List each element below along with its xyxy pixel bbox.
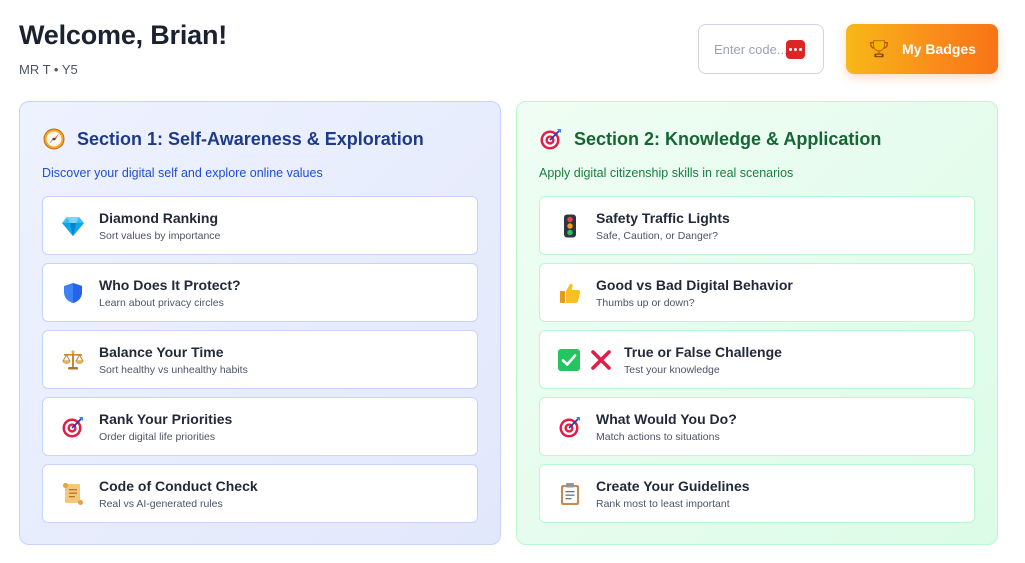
activity-subtitle: Order digital life priorities — [99, 430, 216, 443]
page-header: Welcome, Brian! MR T • Y5 — [19, 18, 227, 77]
section-2-description: Apply digital citizenship skills in real… — [539, 166, 794, 180]
clipboard-icon — [558, 482, 582, 506]
activity-title: Balance Your Time — [99, 343, 224, 360]
thumbs-up-icon — [558, 281, 582, 305]
scales-icon — [61, 348, 85, 372]
activity-subtitle: Rank most to least important — [596, 497, 730, 510]
section-self-awareness: Section 1: Self-Awareness & Exploration … — [19, 101, 501, 545]
activity-card-good-vs-bad-digital-behavior[interactable]: Good vs Bad Digital Behavior Thumbs up o… — [539, 263, 975, 322]
activity-card-code-of-conduct-check[interactable]: Code of Conduct Check Real vs AI-generat… — [42, 464, 478, 523]
activity-title: Code of Conduct Check — [99, 477, 258, 494]
cross-mark-icon — [591, 349, 611, 370]
activity-title: Who Does It Protect? — [99, 276, 241, 293]
activity-subtitle: Sort healthy vs unhealthy habits — [99, 363, 248, 376]
my-badges-button[interactable]: My Badges — [846, 24, 998, 74]
page-title: Welcome, Brian! — [19, 20, 228, 50]
activity-title: Safety Traffic Lights — [596, 209, 730, 226]
activity-title: Create Your Guidelines — [596, 477, 750, 494]
activity-subtitle: Test your knowledge — [624, 363, 720, 376]
diamond-icon — [61, 214, 85, 238]
section-2-title: Section 2: Knowledge & Application — [574, 128, 882, 149]
activity-card-diamond-ranking[interactable]: Diamond Ranking Sort values by importanc… — [42, 196, 478, 255]
class-subtitle: MR T • Y5 — [19, 62, 78, 77]
shield-icon — [61, 281, 85, 305]
check-mark-icon — [558, 348, 580, 371]
activity-card-who-does-it-protect[interactable]: Who Does It Protect? Learn about privacy… — [42, 263, 478, 322]
code-entry-box[interactable] — [698, 24, 824, 74]
activity-card-rank-your-priorities[interactable]: Rank Your Priorities Order digital life … — [42, 397, 478, 456]
activity-subtitle: Real vs AI-generated rules — [99, 497, 223, 510]
activity-title: Diamond Ranking — [99, 209, 219, 226]
trophy-icon — [868, 38, 890, 60]
activity-subtitle: Safe, Caution, or Danger? — [596, 229, 718, 242]
password-dots-icon[interactable] — [786, 39, 805, 59]
section-1-description: Discover your digital self and explore o… — [42, 166, 323, 180]
traffic-light-icon — [558, 214, 582, 238]
code-input[interactable] — [714, 41, 786, 57]
section-1-title: Section 1: Self-Awareness & Exploration — [77, 128, 424, 149]
activity-title: What Would You Do? — [596, 410, 737, 427]
activity-card-safety-traffic-lights[interactable]: Safety Traffic Lights Safe, Caution, or … — [539, 196, 975, 255]
activity-title: True or False Challenge — [624, 343, 782, 360]
activity-card-balance-your-time[interactable]: Balance Your Time Sort healthy vs unheal… — [42, 330, 478, 389]
target-icon — [61, 415, 85, 439]
activity-card-create-your-guidelines[interactable]: Create Your Guidelines Rank most to leas… — [539, 464, 975, 523]
activity-title: Rank Your Priorities — [99, 410, 233, 427]
compass-icon — [42, 127, 66, 151]
activity-title: Good vs Bad Digital Behavior — [596, 276, 793, 293]
scroll-icon — [61, 482, 85, 506]
true-false-icons — [558, 348, 612, 372]
activity-card-true-or-false-challenge[interactable]: True or False Challenge Test your knowle… — [539, 330, 975, 389]
activity-subtitle: Thumbs up or down? — [596, 296, 695, 309]
section-2-activity-list: Safety Traffic Lights Safe, Caution, or … — [539, 196, 975, 523]
section-1-activity-list: Diamond Ranking Sort values by importanc… — [42, 196, 478, 523]
activity-subtitle: Match actions to situations — [596, 430, 720, 443]
activity-subtitle: Learn about privacy circles — [99, 296, 224, 309]
target-icon — [539, 127, 563, 151]
activity-subtitle: Sort values by importance — [99, 229, 221, 242]
activity-card-what-would-you-do[interactable]: What Would You Do? Match actions to situ… — [539, 397, 975, 456]
section-knowledge-application: Section 2: Knowledge & Application Apply… — [516, 101, 998, 545]
target-icon — [558, 415, 582, 439]
my-badges-label: My Badges — [902, 41, 976, 57]
